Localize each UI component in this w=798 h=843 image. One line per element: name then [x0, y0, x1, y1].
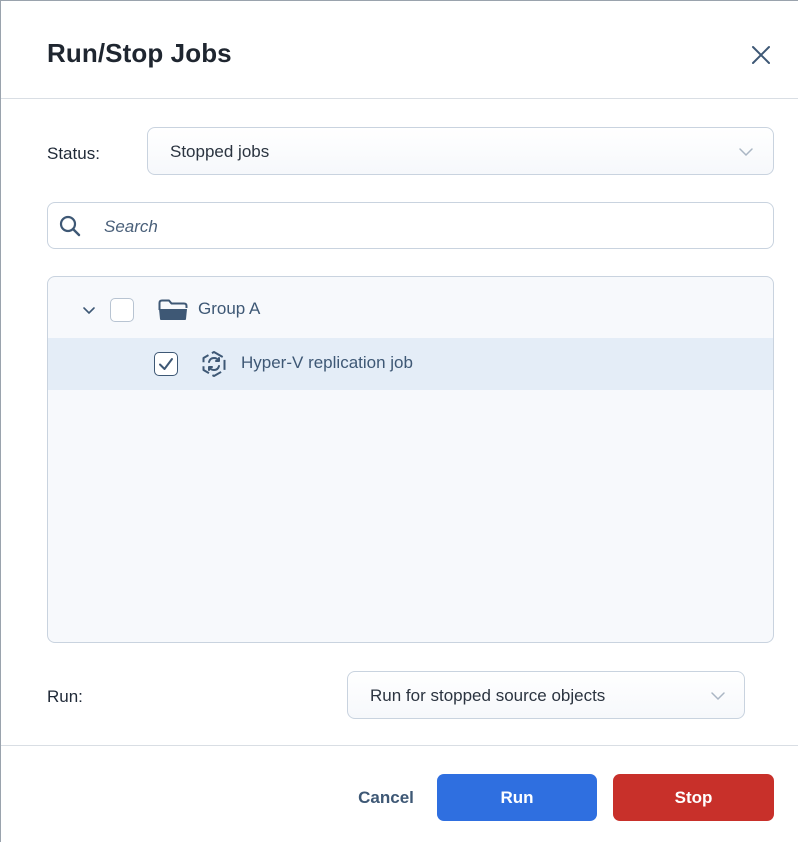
checkmark-icon: [159, 358, 173, 370]
folder-icon: [158, 299, 188, 320]
chevron-down-icon: [711, 692, 725, 701]
stop-button[interactable]: Stop: [613, 774, 774, 821]
status-select[interactable]: Stopped jobs: [147, 127, 774, 175]
close-button[interactable]: [749, 43, 773, 67]
search-input[interactable]: [102, 211, 746, 243]
chevron-down-icon: [739, 148, 753, 157]
checkbox[interactable]: [110, 298, 134, 322]
dialog-footer: Cancel Run Stop: [1, 745, 798, 843]
run-stop-jobs-dialog: Run/Stop Jobs Status: Stopped jobs Searc…: [0, 0, 798, 842]
job-tree: Group A Hyper-V replication job: [47, 276, 774, 643]
status-select-value: Stopped jobs: [170, 142, 270, 161]
tree-item-hyper-v-replication-job[interactable]: Hyper-V replication job: [48, 338, 773, 390]
search-box: [47, 202, 774, 249]
replication-job-icon: [202, 351, 226, 377]
status-label: Status:: [47, 144, 100, 163]
run-label: Run:: [47, 687, 83, 706]
search-icon: [59, 215, 81, 237]
close-icon: [752, 46, 770, 64]
cancel-button[interactable]: Cancel: [341, 774, 431, 821]
tree-item-label: Hyper-V replication job: [241, 353, 413, 372]
run-select-value: Run for stopped source objects: [370, 686, 606, 705]
chevron-down-icon[interactable]: [82, 304, 96, 318]
run-select[interactable]: Run for stopped source objects: [347, 671, 745, 719]
run-button[interactable]: Run: [437, 774, 597, 821]
tree-item-label: Group A: [198, 299, 261, 318]
dialog-header: Run/Stop Jobs: [1, 1, 798, 99]
tree-item-group-a[interactable]: Group A: [48, 284, 773, 336]
dialog-title: Run/Stop Jobs: [47, 38, 232, 68]
checkbox-checked[interactable]: [154, 352, 178, 376]
